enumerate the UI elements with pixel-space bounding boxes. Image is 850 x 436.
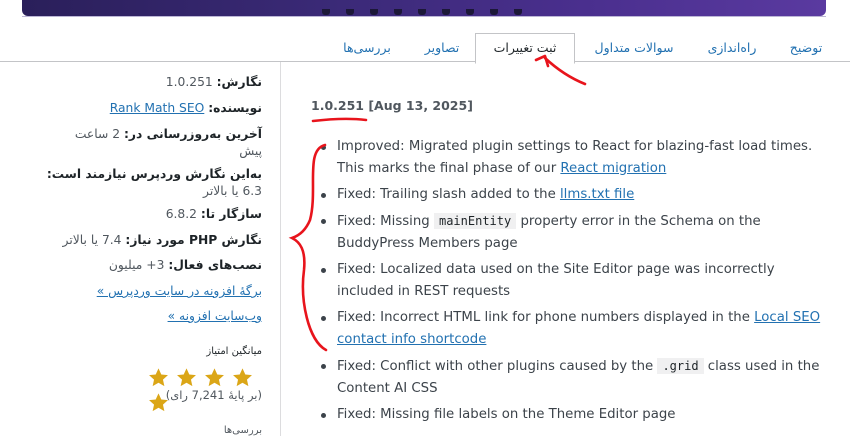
changelog-text: Fixed: Missing [337, 214, 434, 229]
changelog-text: Fixed: Missing file labels on the Theme … [337, 407, 676, 422]
author-link[interactable]: Rank Math SEO [110, 101, 205, 115]
changelog-item: Fixed: Missing file labels on the Theme … [321, 404, 827, 426]
header-banner [0, 0, 850, 30]
banner-graphic [22, 0, 826, 16]
changelog-list: Improved: Migrated plugin settings to Re… [321, 136, 827, 430]
meta-label: سازگار تا: [200, 207, 262, 221]
meta-value-cont: پیش [239, 144, 262, 158]
plugin-website-link[interactable]: وب‌سایت افزونه » [168, 309, 262, 323]
changelog-text: Fixed: Localized data used on the Site E… [337, 262, 775, 299]
changelog-item: Improved: Migrated plugin settings to Re… [321, 136, 827, 180]
tab-description[interactable]: توضیح [776, 34, 836, 61]
plugin-tabs: توضیح راه‌اندازی سوالات متداول ثبت تغییر… [0, 30, 850, 64]
meta-value: 3+ میلیون [108, 258, 165, 272]
meta-label: به‌این نگارش وردپرس نیازمند است: [46, 167, 262, 181]
star-icon [177, 368, 197, 387]
plugin-page-link[interactable]: برگهٔ افزونه در سایت وردپرس » [97, 284, 262, 298]
changelog-link[interactable]: React migration [560, 161, 666, 176]
changelog-link[interactable]: llms.txt file [560, 187, 634, 202]
meta-value: 1.0.251 [165, 75, 213, 89]
meta-author: نویسنده: Rank Math SEO [110, 100, 262, 117]
reviews-heading: بررسی‌ها [223, 425, 262, 436]
rating-title: میانگین امتیاز [206, 346, 262, 357]
star-icon [149, 368, 168, 387]
changelog-item: Fixed: Localized data used on the Site E… [321, 259, 827, 303]
meta-plugin-site: وب‌سایت افزونه » [168, 308, 262, 325]
changelog-item: Fixed: Conflict with other plugins cause… [321, 355, 827, 400]
star-icon [205, 368, 225, 387]
code-snippet: .grid [657, 358, 704, 374]
changelog-item: Fixed: Trailing slash added to the llms.… [321, 184, 827, 206]
rating-count: (بر پایهٔ 7,241 رای) [165, 388, 262, 402]
meta-value: 7.4 یا بالاتر [62, 233, 122, 247]
changelog-panel: 1.0.251 [Aug 13, 2025] Improved: Migrate… [281, 62, 850, 436]
meta-value: 2 ساعت [74, 127, 121, 141]
meta-label: نصب‌های فعال: [168, 258, 262, 272]
meta-label: نگارش PHP مورد نیاز: [125, 233, 262, 247]
changelog-text: Fixed: Trailing slash added to the [337, 187, 560, 202]
tab-changelog[interactable]: ثبت تغییرات [475, 33, 575, 64]
changelog-item: Fixed: Missing mainEntity property error… [321, 210, 827, 255]
meta-value: 6.3 یا بالاتر [203, 184, 262, 198]
changelog-text: Fixed: Conflict with other plugins cause… [337, 359, 658, 374]
meta-version: نگارش: 1.0.251 [166, 74, 262, 91]
meta-wp-required: به‌این نگارش وردپرس نیازمند است: 6.3 یا … [47, 166, 262, 200]
tab-installation[interactable]: راه‌اندازی [696, 34, 768, 61]
meta-plugin-page: برگهٔ افزونه در سایت وردپرس » [97, 283, 262, 300]
code-snippet: mainEntity [433, 213, 517, 229]
tab-faq[interactable]: سوالات متداول [580, 34, 688, 61]
tab-reviews[interactable]: بررسی‌ها [325, 34, 409, 61]
version-heading: 1.0.251 [Aug 13, 2025] [311, 98, 473, 113]
tab-screenshots[interactable]: تصاویر [414, 34, 470, 61]
changelog-item: Fixed: Incorrect HTML link for phone num… [321, 307, 827, 351]
meta-label: نگارش: [216, 75, 262, 89]
changelog-text: Fixed: Incorrect HTML link for phone num… [337, 310, 755, 325]
meta-active-installs: نصب‌های فعال: 3+ میلیون [109, 257, 262, 274]
plugin-meta-sidebar: نگارش: 1.0.251 نویسنده: Rank Math SEO آخ… [0, 62, 281, 436]
meta-tested-up-to: سازگار تا: 6.8.2 [166, 206, 262, 223]
meta-last-updated: آخرین به‌روزرسانی در: 2 ساعت پیش [75, 126, 262, 160]
star-icon [233, 368, 253, 387]
meta-php-required: نگارش PHP مورد نیاز: 7.4 یا بالاتر [63, 232, 262, 249]
meta-label: آخرین به‌روزرسانی در: [123, 127, 262, 141]
meta-value: 6.8.2 [165, 207, 197, 221]
meta-label: نویسنده: [208, 101, 262, 115]
